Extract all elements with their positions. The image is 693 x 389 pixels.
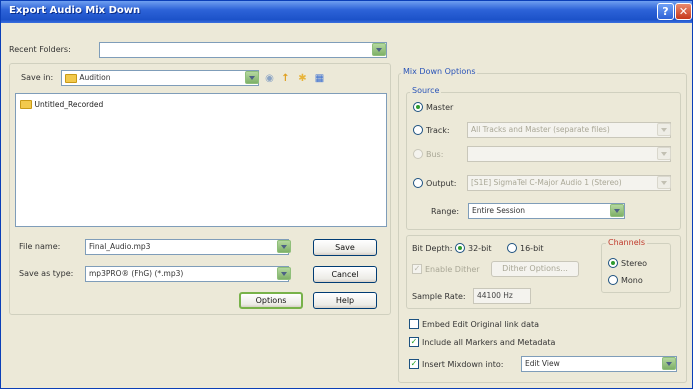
help-icon[interactable]: ? [657,3,674,20]
close-icon[interactable]: ✕ [675,3,692,20]
bus-dropdown-icon[interactable] [657,147,671,160]
save-as-type-label: Save as type: [19,269,74,278]
channels-legend: Channels [606,238,648,247]
mono-radio[interactable] [608,275,618,285]
insert-mixdown-checkbox[interactable]: ✓ [409,359,419,369]
stereo-label: Stereo [621,259,648,268]
range-label: Range: [431,207,460,216]
insert-mixdown-combo[interactable]: Edit View [521,356,677,372]
recent-folders-label: Recent Folders: [9,45,71,54]
sample-rate-label: Sample Rate: [412,292,466,301]
insert-mixdown-dropdown-icon[interactable] [662,357,676,370]
bus-label: Bus: [426,150,444,159]
folder-icon [20,100,32,109]
output-label: Output: [426,179,457,188]
bit16-label: 16-bit [520,244,544,253]
track-label: Track: [426,126,450,135]
dither-options-button[interactable]: Dither Options... [491,261,579,277]
output-dropdown-icon[interactable] [657,176,671,189]
source-legend: Source [410,86,442,95]
track-combo[interactable]: All Tracks and Master (separate files) [467,122,671,138]
output-combo[interactable]: [S1E] SigmaTel C-Major Audio 1 (Stereo) [467,175,671,191]
include-markers-checkbox[interactable]: ✓ [409,337,419,347]
view-menu-icon[interactable]: ▦ [313,72,326,85]
output-radio[interactable] [413,178,423,188]
range-combo[interactable]: Entire Session [468,203,625,219]
track-radio[interactable] [413,125,423,135]
options-button[interactable]: Options [239,292,303,309]
enable-dither-label: Enable Dither [425,265,480,274]
export-mixdown-dialog: Export Audio Mix Down ? ✕ Recent Folders… [0,0,693,389]
bit-depth-label: Bit Depth: [412,244,453,253]
file-name-input[interactable]: Final_Audio.mp3 [85,239,289,255]
master-radio[interactable] [413,102,423,112]
bit32-label: 32-bit [468,244,492,253]
range-dropdown-icon[interactable] [610,204,624,217]
include-markers-label: Include all Markers and Metadata [422,338,556,347]
file-list[interactable]: Untitled_Recorded [15,93,387,227]
master-label: Master [426,103,454,112]
save-in-dropdown-icon[interactable] [245,71,259,84]
enable-dither-checkbox[interactable]: ✓ [412,264,422,274]
folder-icon [65,73,77,83]
recent-folders-combo[interactable] [99,42,387,58]
window-title: Export Audio Mix Down [9,5,141,16]
save-as-type-combo[interactable]: mp3PRO® (FhG) (*.mp3) [85,266,289,282]
embed-link-checkbox[interactable] [409,319,419,329]
track-dropdown-icon[interactable] [657,123,671,136]
mono-label: Mono [621,276,643,285]
save-in-value: Audition [79,73,111,82]
back-icon[interactable]: ◉ [263,72,276,85]
cancel-button[interactable]: Cancel [313,266,377,283]
mixdown-options-legend: Mix Down Options [401,67,478,76]
channels-group [601,243,671,293]
bus-combo[interactable] [467,146,671,162]
embed-link-label: Embed Edit Original link data [422,320,540,329]
recent-folders-dropdown-icon[interactable] [372,43,386,56]
save-as-type-dropdown-icon[interactable] [277,267,291,280]
bit16-radio[interactable] [507,243,517,253]
save-in-label: Save in: [21,73,54,82]
bit32-radio[interactable] [455,243,465,253]
sample-rate-field: 44100 Hz [473,288,531,304]
insert-mixdown-label: Insert Mixdown into: [422,360,504,369]
save-in-combo[interactable]: Audition [61,70,259,86]
help-button[interactable]: Help [313,292,377,309]
new-folder-icon[interactable]: ✱ [296,72,309,85]
stereo-radio[interactable] [608,258,618,268]
title-bar: Export Audio Mix Down ? ✕ [1,1,692,23]
bus-radio[interactable] [413,149,423,159]
list-item[interactable]: Untitled_Recorded [20,100,103,109]
file-name-label: File name: [19,242,61,251]
save-button[interactable]: Save [313,239,377,256]
file-name-dropdown-icon[interactable] [277,240,291,253]
up-folder-icon[interactable]: ↑ [279,72,292,85]
